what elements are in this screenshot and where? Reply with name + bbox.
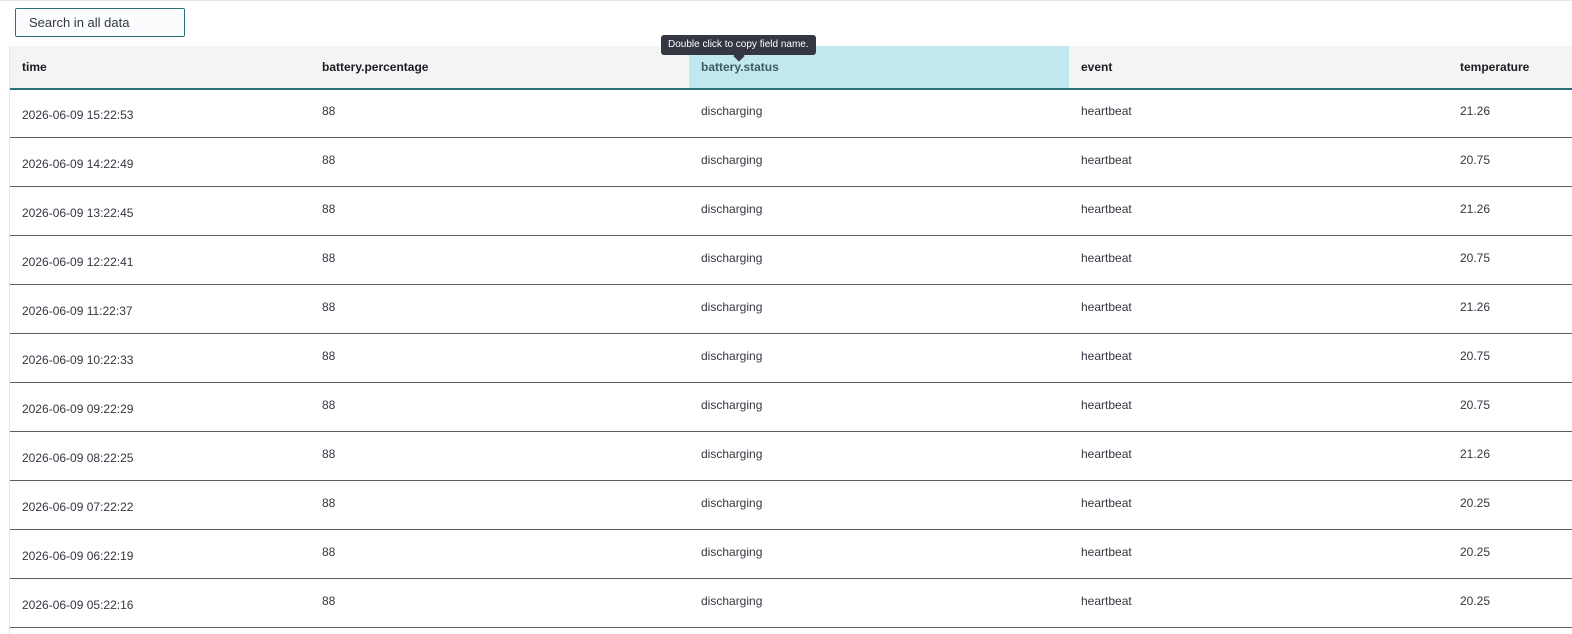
table-row[interactable]: 2026-06-09 09:22:29 88 discharging heartbea…	[10, 382, 1572, 432]
cell-temperature: 20.75	[1448, 235, 1572, 285]
cell-battery-percentage: 88	[310, 235, 689, 285]
cell-battery-status: discharging	[689, 480, 1069, 530]
cell-event: heartbeat	[1069, 235, 1448, 285]
column-header-time[interactable]: time	[10, 46, 310, 90]
cell-battery-percentage: 88	[310, 89, 689, 138]
cell-event: heartbeat	[1069, 284, 1448, 334]
cell-battery-status: discharging	[689, 578, 1069, 628]
cell-time: 2026-06-09 15:22:53	[10, 89, 310, 138]
column-header-temperature[interactable]: temperature	[1448, 46, 1572, 90]
cell-event: heartbeat	[1069, 480, 1448, 530]
cell-time: 2026-06-09 10:22:33	[10, 333, 310, 383]
table-row[interactable]: 2026-06-09 06:22:19 88 discharging heartbea…	[10, 529, 1572, 579]
table-row[interactable]: 2026-06-09 07:22:22 88 discharging heartbea…	[10, 480, 1572, 530]
cell-temperature: 20.25	[1448, 578, 1572, 628]
column-header-event[interactable]: event	[1069, 46, 1448, 90]
cell-battery-status: discharging	[689, 235, 1069, 285]
table-row[interactable]: 2026-06-09 08:22:25 88 discharging heartbea…	[10, 431, 1572, 481]
cell-battery-status: discharging	[689, 431, 1069, 481]
cell-battery-percentage: 88	[310, 382, 689, 432]
cell-event: heartbeat	[1069, 382, 1448, 432]
cell-event: heartbeat	[1069, 578, 1448, 628]
cell-time: 2026-06-09 12:22:41	[10, 235, 310, 285]
cell-time: 2026-06-09 06:22:19	[10, 529, 310, 579]
data-grid: time battery.percentage battery.status e…	[9, 46, 1572, 634]
cell-battery-percentage: 88	[310, 578, 689, 628]
column-header-battery-percentage[interactable]: battery.percentage	[310, 46, 689, 90]
cell-time: 2026-06-09 07:22:22	[10, 480, 310, 530]
cell-battery-percentage: 88	[310, 284, 689, 334]
cell-temperature: 20.75	[1448, 382, 1572, 432]
table-row[interactable]: 2026-06-09 13:22:45 88 discharging heartbea…	[10, 186, 1572, 236]
cell-time: 2026-06-09 13:22:45	[10, 186, 310, 236]
cell-temperature: 21.26	[1448, 89, 1572, 138]
cell-battery-status: discharging	[689, 284, 1069, 334]
cell-battery-percentage: 88	[310, 137, 689, 187]
table-row[interactable]: 2026-06-09 05:22:16 88 discharging heartbea…	[10, 578, 1572, 628]
cell-event: heartbeat	[1069, 186, 1448, 236]
cell-event: heartbeat	[1069, 529, 1448, 579]
cell-battery-status: discharging	[689, 382, 1069, 432]
top-divider	[0, 0, 1572, 1]
cell-battery-percentage: 88	[310, 431, 689, 481]
cell-temperature: 21.26	[1448, 431, 1572, 481]
cell-battery-percentage: 88	[310, 186, 689, 236]
cell-event: heartbeat	[1069, 333, 1448, 383]
table-row[interactable]: 2026-06-09 12:22:41 88 discharging heartbea…	[10, 235, 1572, 285]
cell-battery-status: discharging	[689, 333, 1069, 383]
cell-event: heartbeat	[1069, 137, 1448, 187]
cell-temperature: 21.26	[1448, 284, 1572, 334]
cell-battery-percentage: 88	[310, 529, 689, 579]
cell-event: heartbeat	[1069, 89, 1448, 138]
data-table-page: Double click to copy field name. time ba…	[0, 0, 1572, 634]
cell-time: 2026-06-09 11:22:37	[10, 284, 310, 334]
cell-battery-status: discharging	[689, 186, 1069, 236]
cell-battery-status: discharging	[689, 89, 1069, 138]
cell-battery-percentage: 88	[310, 480, 689, 530]
data-table: time battery.percentage battery.status e…	[10, 46, 1572, 628]
table-row[interactable]: 2026-06-09 11:22:37 88 discharging heartbea…	[10, 284, 1572, 334]
search-input[interactable]	[15, 8, 185, 37]
cell-temperature: 21.26	[1448, 186, 1572, 236]
cell-time: 2026-06-09 05:22:16	[10, 578, 310, 628]
cell-time: 2026-06-09 14:22:49	[10, 137, 310, 187]
cell-time: 2026-06-09 09:22:29	[10, 382, 310, 432]
table-row[interactable]: 2026-06-09 10:22:33 88 discharging heartbea…	[10, 333, 1572, 383]
table-row[interactable]: 2026-06-09 14:22:49 88 discharging heartbea…	[10, 137, 1572, 187]
cell-temperature: 20.25	[1448, 529, 1572, 579]
cell-event: heartbeat	[1069, 431, 1448, 481]
cell-time: 2026-06-09 08:22:25	[10, 431, 310, 481]
cell-battery-percentage: 88	[310, 333, 689, 383]
cell-battery-status: discharging	[689, 529, 1069, 579]
cell-temperature: 20.75	[1448, 333, 1572, 383]
table-row[interactable]: 2026-06-09 15:22:53 88 discharging heartbea…	[10, 89, 1572, 138]
cell-temperature: 20.25	[1448, 480, 1572, 530]
copy-field-tooltip: Double click to copy field name.	[661, 35, 816, 55]
cell-battery-status: discharging	[689, 137, 1069, 187]
cell-temperature: 20.75	[1448, 137, 1572, 187]
table-body: 2026-06-09 15:22:53 88 discharging heartbea…	[10, 89, 1572, 628]
